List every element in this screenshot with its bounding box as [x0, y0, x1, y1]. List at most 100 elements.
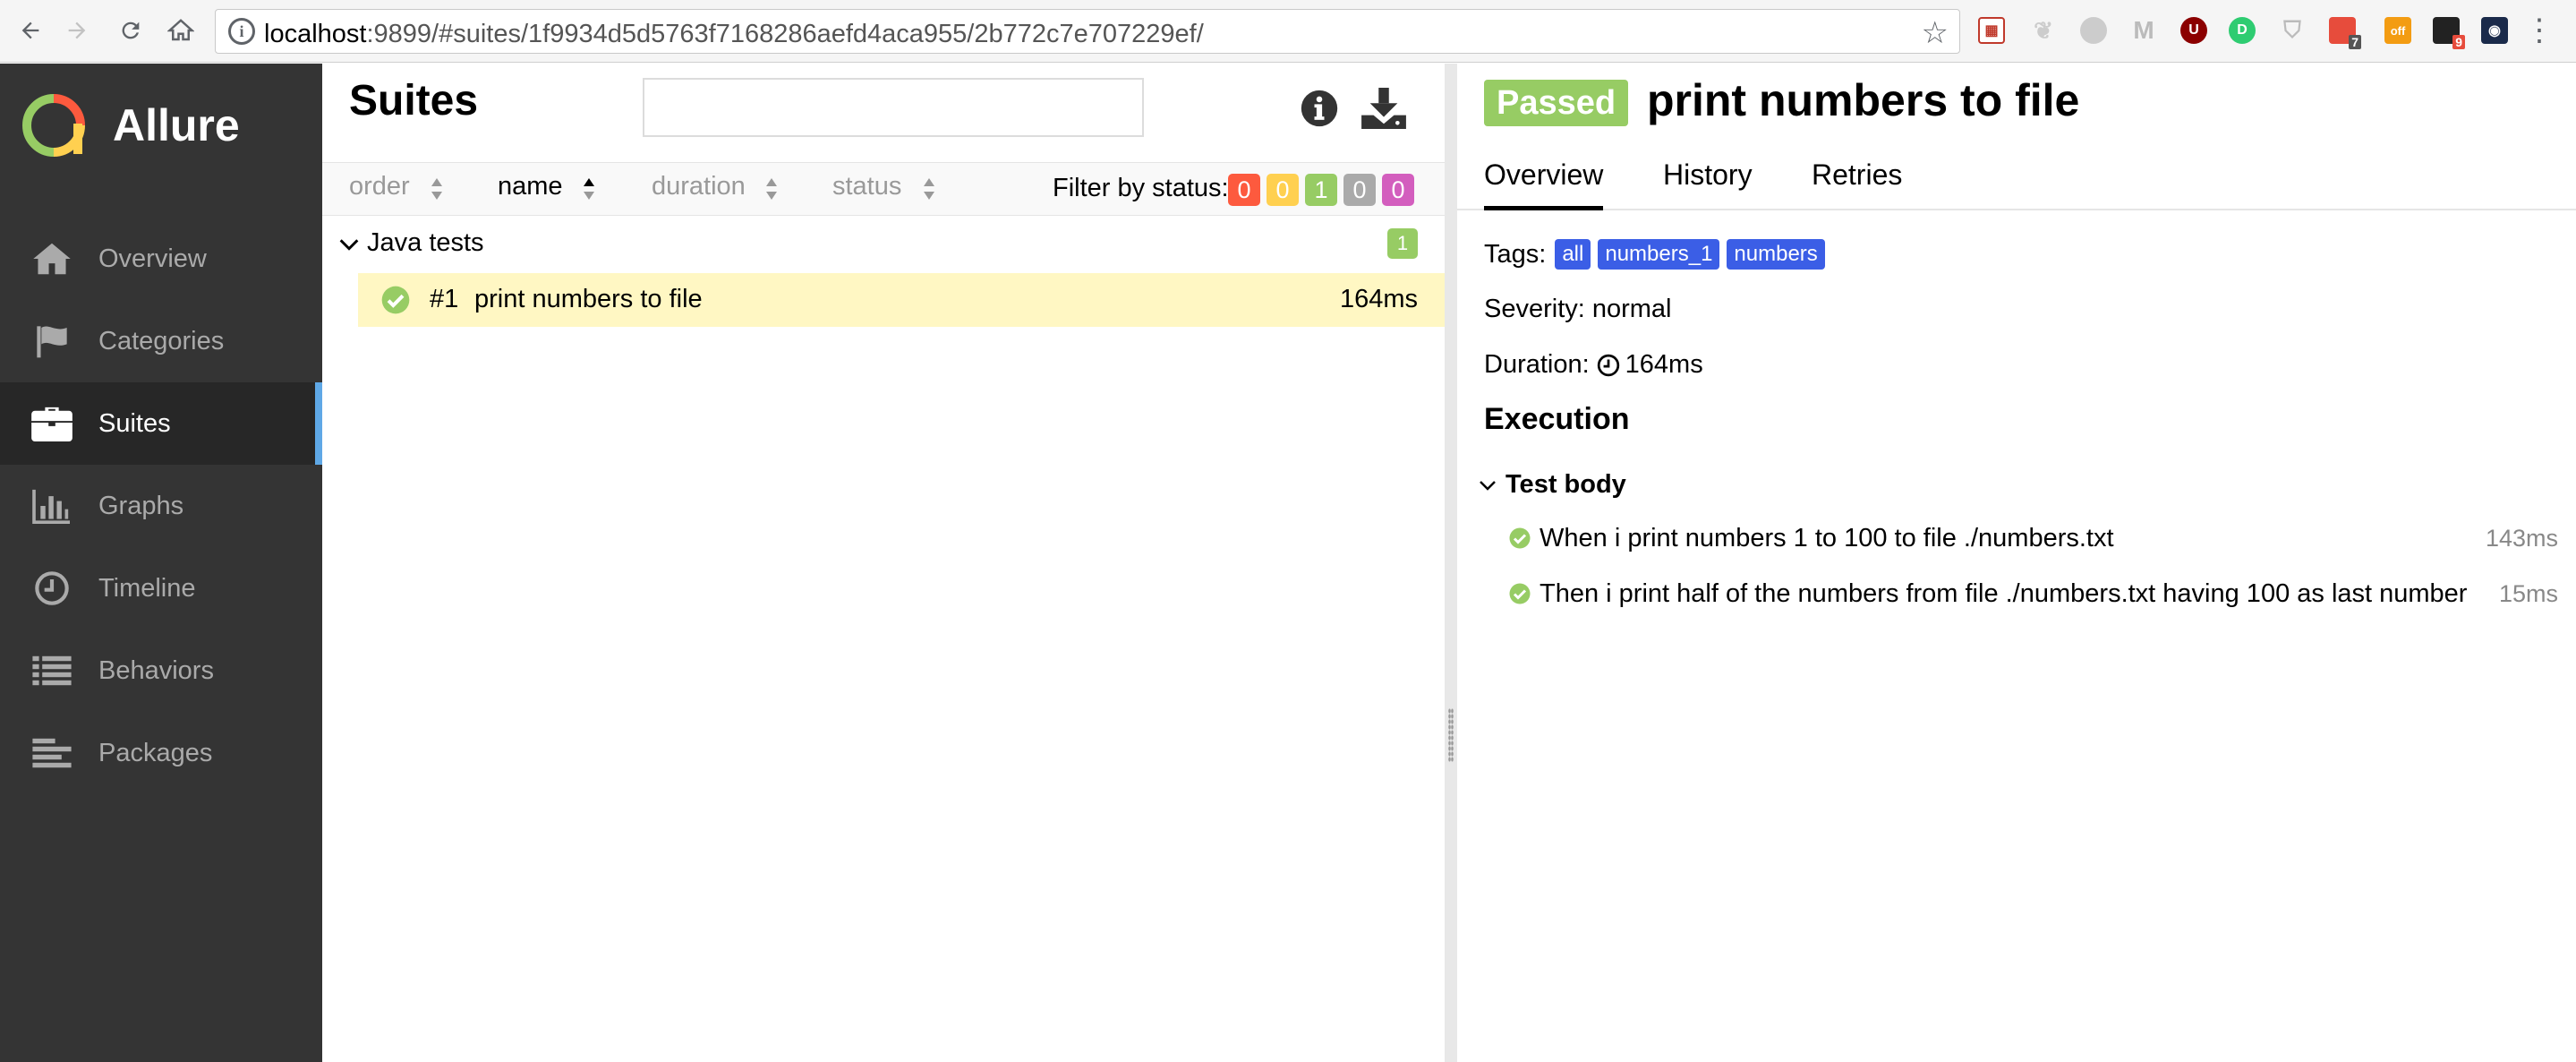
suites-pane: Suites order name duration status Filter… — [322, 64, 1445, 1062]
step-duration: 15ms — [2498, 579, 2558, 607]
calendar-extension-icon[interactable]: ▦ — [1978, 17, 2005, 44]
sidebar-item-label: Graphs — [98, 491, 184, 520]
home-icon[interactable] — [163, 13, 199, 48]
download-icon[interactable] — [1359, 83, 1409, 133]
test-body-toggle[interactable]: Test body — [1477, 470, 1626, 500]
detail-tabs: Overview History Retries — [1457, 153, 2576, 210]
step-row[interactable]: When i print numbers 1 to 100 to file ./… — [1509, 520, 2565, 556]
id-extension-icon[interactable]: D — [2229, 17, 2256, 44]
back-arrow-icon[interactable] — [13, 13, 48, 48]
shield-extension-icon[interactable]: ⛉ — [2279, 16, 2306, 44]
leaf-extension-icon[interactable]: ❦ — [2030, 17, 2057, 44]
chevron-down-icon — [339, 239, 359, 251]
allure-logo-icon — [22, 94, 85, 157]
sidebar-item-behaviors[interactable]: Behaviors — [0, 629, 322, 712]
sidebar-item-label: Categories — [98, 326, 225, 355]
suite-group-name: Java tests — [367, 228, 484, 257]
sort-label: duration — [652, 172, 746, 201]
suite-group[interactable]: Java tests 1 — [322, 218, 1445, 271]
home-icon — [30, 237, 73, 280]
sort-arrows-icon — [766, 178, 777, 200]
sidebar-item-label: Behaviors — [98, 655, 214, 685]
circle-extension-icon[interactable] — [2080, 17, 2107, 44]
sidebar-item-suites[interactable]: Suites — [0, 382, 322, 465]
bookmark-star-icon[interactable]: ☆ — [1922, 15, 1949, 51]
tag[interactable]: all — [1555, 239, 1591, 270]
url-text: localhost:9899/#suites/1f9934d5d5763f716… — [264, 20, 1204, 48]
forward-arrow-icon[interactable] — [59, 13, 95, 48]
severity-value: normal — [1591, 295, 1672, 323]
filter-unknown-badge[interactable]: 0 — [1382, 174, 1414, 206]
tab-history[interactable]: History — [1663, 158, 1753, 210]
browser-toolbar: i localhost:9899/#suites/1f9934d5d5763f7… — [0, 0, 2576, 63]
off-extension-icon[interactable]: off — [2384, 17, 2411, 44]
tab-overview[interactable]: Overview — [1484, 158, 1604, 210]
test-name: print numbers to file — [474, 285, 703, 313]
sidebar-item-overview[interactable]: Overview — [0, 218, 322, 300]
reload-icon[interactable] — [113, 13, 149, 48]
duration-row: Duration: 164ms — [1484, 350, 1703, 380]
sidebar: Allure Overview Categories Suites Graphs — [0, 64, 322, 1062]
tag[interactable]: numbers — [1727, 239, 1825, 270]
test-detail-pane: Passed print numbers to file Overview Hi… — [1457, 64, 2576, 1062]
sidebar-item-label: Packages — [98, 738, 213, 767]
test-row[interactable]: #1 print numbers to file 164ms — [358, 273, 1445, 327]
photo-extension-icon[interactable]: ◉ — [2481, 17, 2508, 44]
test-title: print numbers to file — [1647, 75, 2080, 125]
sort-name[interactable]: name — [498, 172, 594, 201]
filter-label: Filter by status: — [1053, 174, 1229, 202]
tags-row: Tags: all numbers_1 numbers — [1484, 239, 1825, 270]
tag[interactable]: numbers_1 — [1598, 239, 1720, 270]
pane-splitter[interactable] — [1445, 64, 1457, 1062]
step-name: Then i print half of the numbers from fi… — [1540, 578, 2468, 608]
m-extension-icon[interactable]: M — [2130, 16, 2157, 44]
tags-label: Tags: — [1484, 239, 1547, 269]
brand-name: Allure — [113, 100, 240, 150]
align-left-icon — [30, 732, 73, 775]
sort-status[interactable]: status — [832, 172, 934, 201]
browser-window: i localhost:9899/#suites/1f9934d5d5763f7… — [0, 0, 2576, 1062]
test-order: #1 — [430, 285, 459, 313]
check-circle-icon — [1509, 583, 1531, 604]
filter-skipped-badge[interactable]: 0 — [1343, 174, 1376, 206]
clock-icon — [1597, 354, 1619, 376]
extension-badge: 9 — [2452, 35, 2465, 49]
sidebar-item-packages[interactable]: Packages — [0, 712, 322, 794]
duration-label: Duration: — [1484, 350, 1590, 379]
filter-failed-badge[interactable]: 0 — [1228, 174, 1260, 206]
counter-extension-icon[interactable]: 9 — [2433, 17, 2465, 49]
test-duration: 164ms — [1339, 285, 1418, 313]
address-bar[interactable]: i localhost:9899/#suites/1f9934d5d5763f7… — [215, 9, 1960, 54]
sort-order[interactable]: order — [349, 172, 442, 201]
clock-icon — [30, 567, 73, 610]
page-title: Suites — [349, 77, 479, 124]
info-icon[interactable] — [1294, 83, 1344, 133]
sort-duration[interactable]: duration — [652, 172, 777, 201]
suite-group-count: 1 — [1387, 228, 1418, 259]
sidebar-item-graphs[interactable]: Graphs — [0, 465, 322, 547]
bar-chart-icon — [30, 484, 73, 527]
tab-retries[interactable]: Retries — [1812, 158, 1902, 210]
status-badge: Passed — [1484, 80, 1629, 126]
site-info-icon[interactable]: i — [228, 18, 255, 45]
sort-label: name — [498, 172, 563, 201]
notification-extension-icon[interactable]: 7 — [2329, 17, 2361, 49]
brand[interactable]: Allure — [21, 94, 240, 157]
test-body-label: Test body — [1506, 470, 1626, 499]
sort-arrows-icon — [924, 178, 934, 200]
sidebar-item-label: Timeline — [98, 573, 196, 603]
browser-menu-icon[interactable]: ⋮ — [2524, 13, 2555, 48]
filter-broken-badge[interactable]: 0 — [1267, 174, 1299, 206]
duration-value: 164ms — [1625, 350, 1703, 379]
step-row[interactable]: Then i print half of the numbers from fi… — [1509, 576, 2565, 612]
sidebar-item-categories[interactable]: Categories — [0, 300, 322, 382]
execution-heading: Execution — [1484, 402, 1630, 436]
filter-passed-badge[interactable]: 1 — [1305, 174, 1337, 206]
splitter-grip[interactable] — [1448, 708, 1454, 762]
step-duration: 143ms — [2485, 524, 2558, 552]
search-input[interactable] — [643, 78, 1144, 137]
step-name: When i print numbers 1 to 100 to file ./… — [1540, 523, 2114, 552]
ublock-extension-icon[interactable]: U — [2180, 17, 2207, 44]
severity-label: Severity: — [1484, 295, 1585, 323]
sidebar-item-timeline[interactable]: Timeline — [0, 547, 322, 629]
